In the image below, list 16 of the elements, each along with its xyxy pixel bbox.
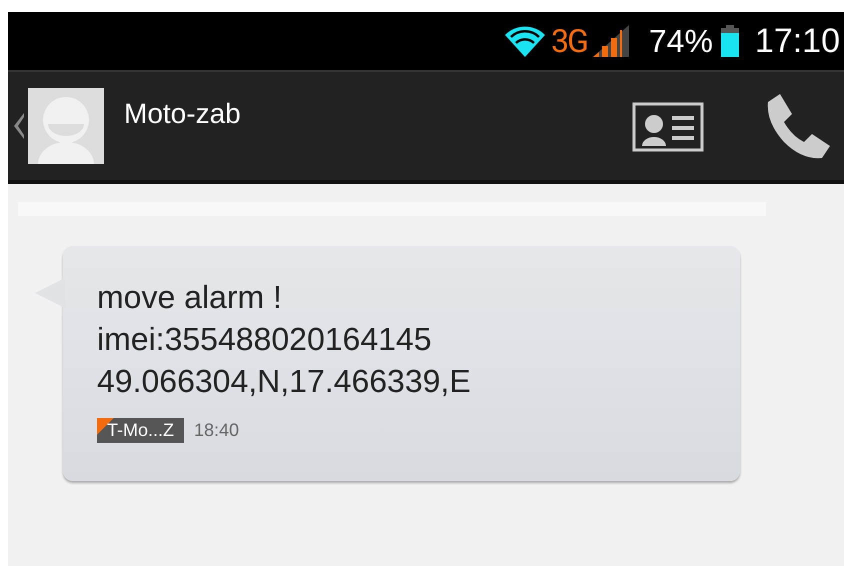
- clock: 17:10: [754, 22, 840, 60]
- back-icon: [14, 113, 24, 139]
- battery-percent: 74%: [648, 22, 713, 60]
- network-type: 3G: [551, 22, 587, 60]
- wifi-icon: [505, 25, 546, 57]
- message-text: move alarm ! imei:355488020164145 49.066304,N,17.466339,E: [97, 278, 472, 401]
- message-time: 18:40: [194, 420, 240, 441]
- contact-card-icon[interactable]: [632, 102, 704, 152]
- contact-back-button[interactable]: [14, 88, 104, 164]
- signal-icon: [592, 25, 629, 57]
- avatar-icon: [28, 88, 104, 164]
- contact-name: Moto-zab: [124, 98, 241, 130]
- battery-icon: [720, 25, 739, 57]
- bubble-tail: [35, 278, 65, 308]
- message-bubble[interactable]: move alarm ! imei:355488020164145 49.066304,N,17.466339,E T-Mo...Z 18:40: [63, 246, 740, 481]
- sim-label: T-Mo...Z: [97, 418, 184, 443]
